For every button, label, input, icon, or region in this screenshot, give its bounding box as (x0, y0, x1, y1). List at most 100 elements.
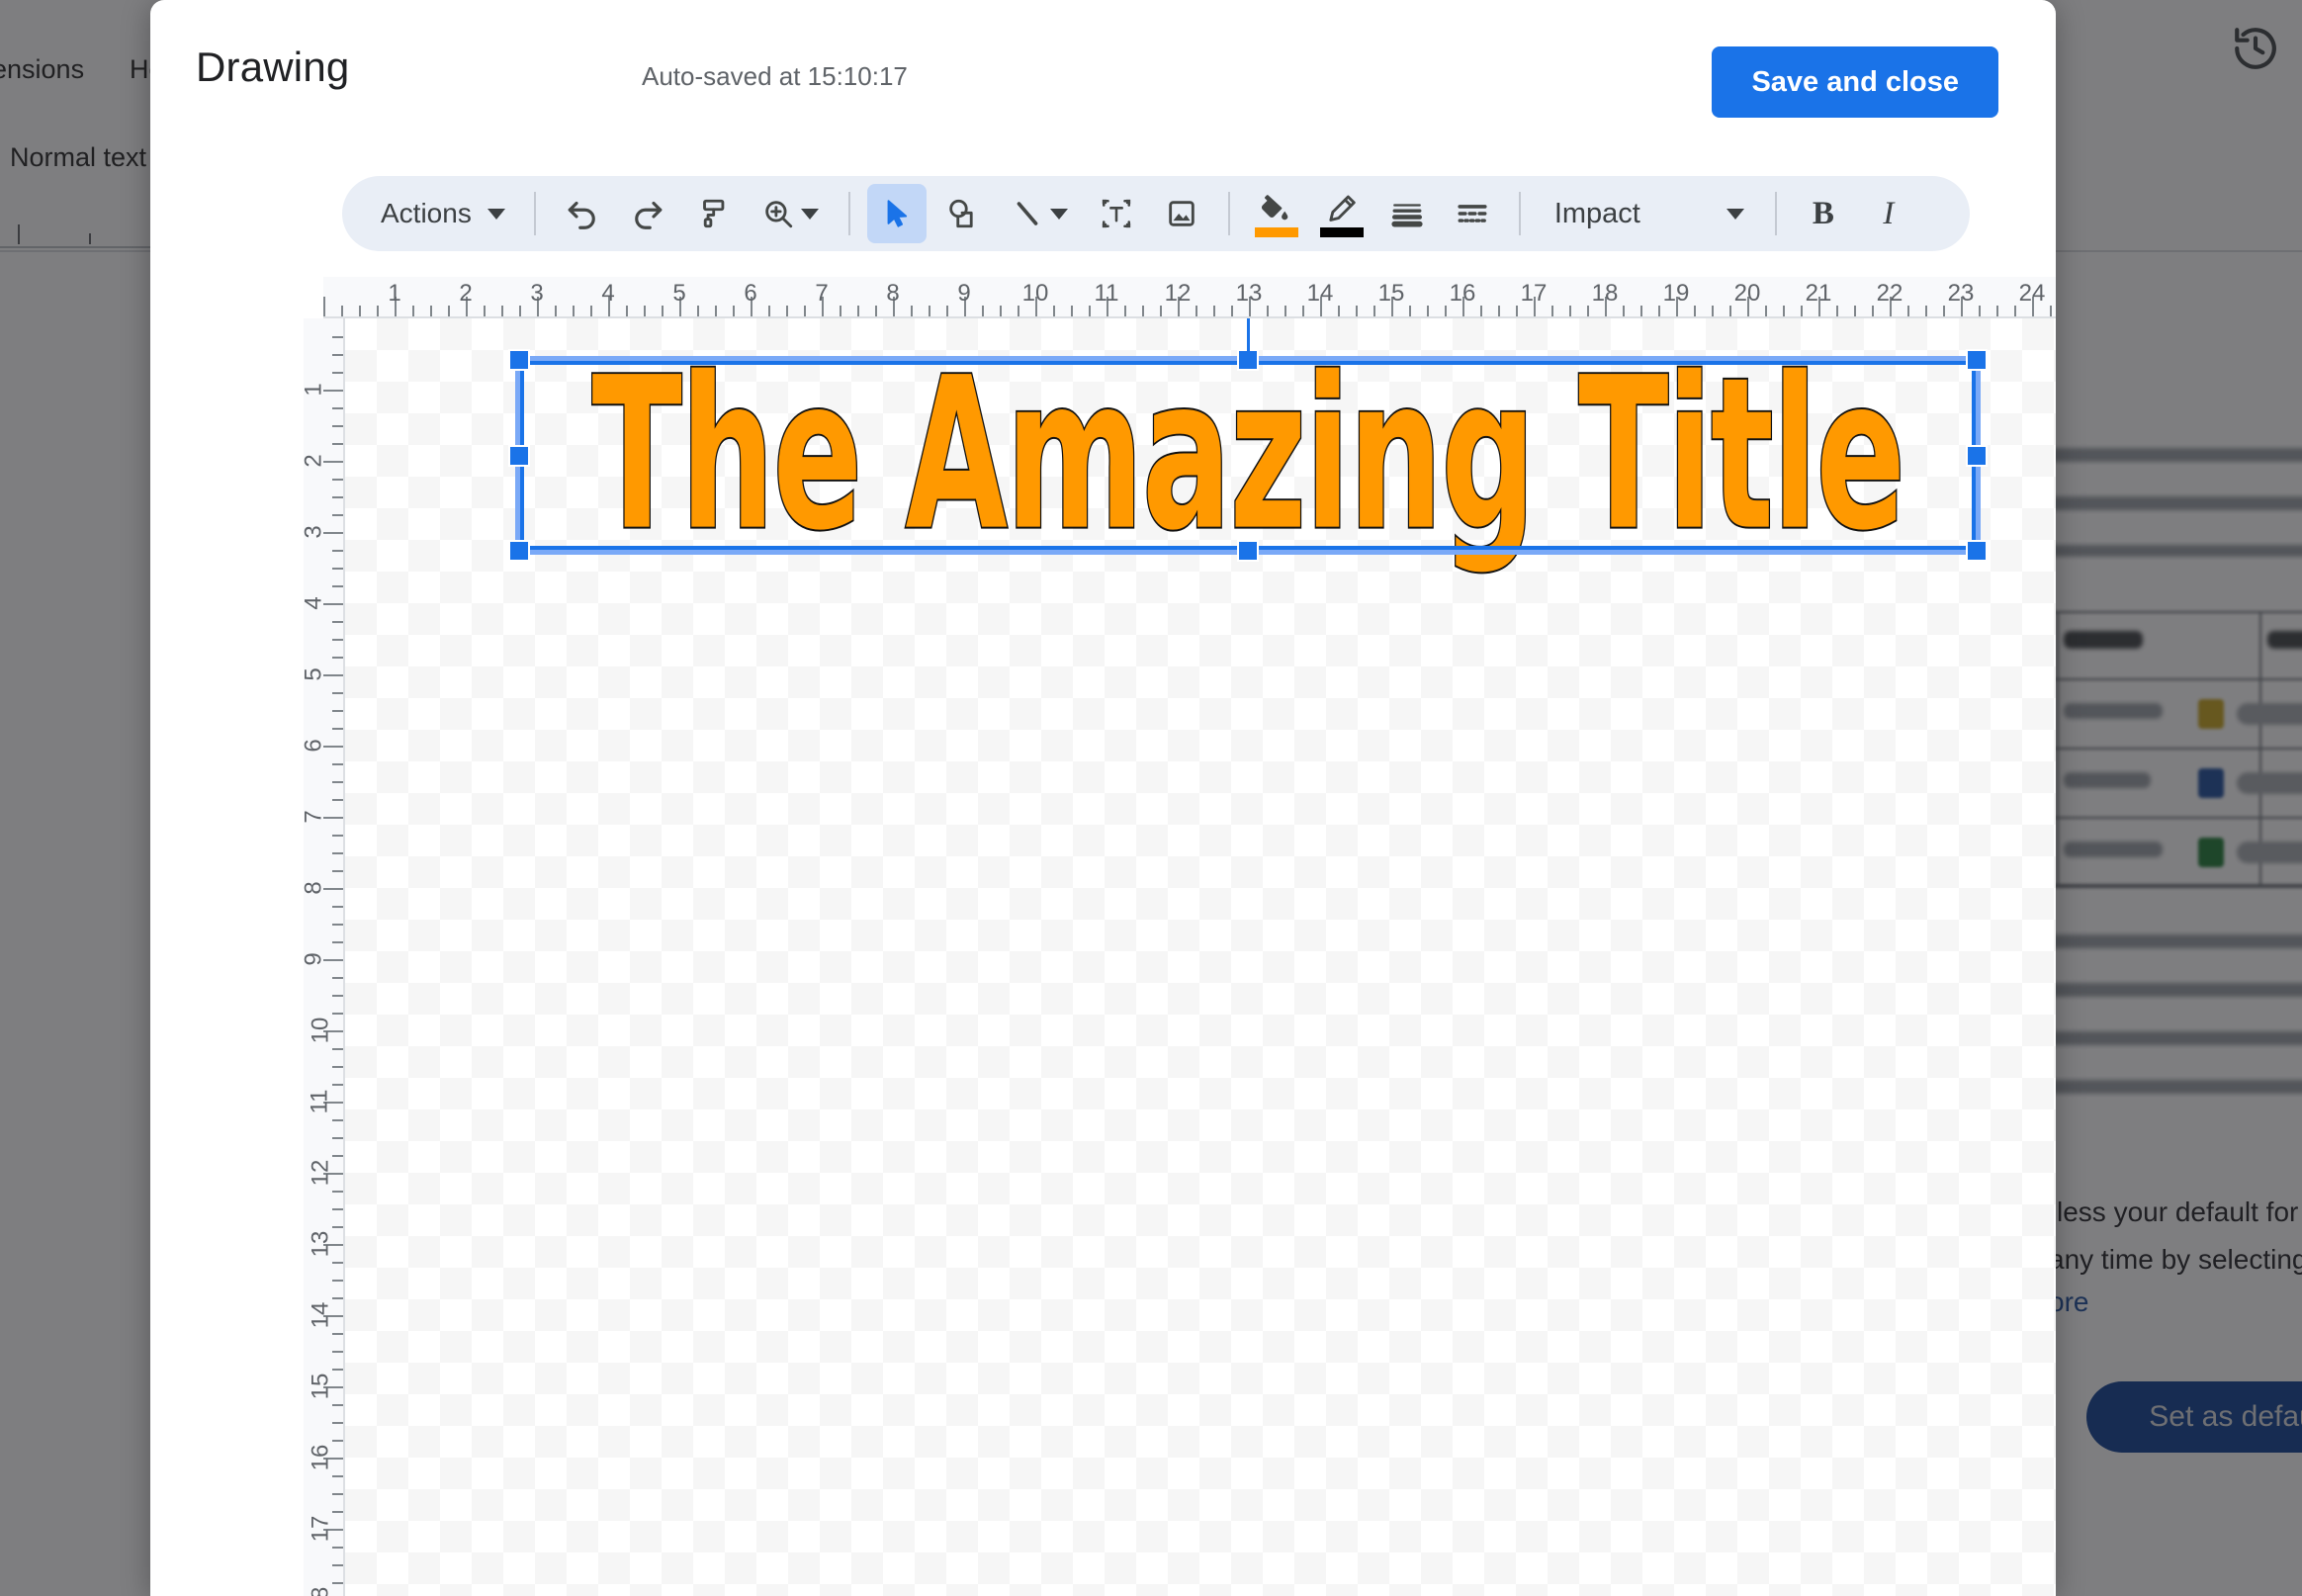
ruler-tick-minor (332, 852, 343, 854)
selected-text-object[interactable]: The Amazing Title (508, 318, 1988, 562)
drawing-workarea: 1234567891011121314151617181920212223242… (150, 277, 2056, 1596)
line-tool-button[interactable] (998, 184, 1081, 243)
ruler-label: 2 (459, 280, 473, 307)
italic-button[interactable]: I (1859, 184, 1918, 243)
ruler-tick-minor (332, 1226, 343, 1228)
ruler-tick-minor (332, 906, 343, 908)
paint-format-button[interactable] (683, 184, 743, 243)
toolbar-divider (1774, 192, 1777, 235)
font-family-selector[interactable]: Impact (1541, 184, 1758, 243)
ruler-tick-minor (804, 306, 806, 316)
zoom-button[interactable] (749, 184, 832, 243)
ruler-tick-minor (332, 372, 343, 374)
bold-button[interactable]: B (1794, 184, 1853, 243)
ruler-label: 15 (307, 1373, 334, 1400)
ruler-label: 23 (1947, 280, 1975, 307)
ruler-tick-minor (1427, 306, 1429, 316)
ruler-label: 16 (1449, 280, 1476, 307)
ruler-tick-minor (1089, 306, 1091, 316)
ruler-tick-minor (768, 306, 770, 316)
ruler-tick-minor (332, 479, 343, 481)
ruler-tick-minor (1356, 306, 1358, 316)
ruler-tick-minor (1587, 306, 1589, 316)
ruler-label: 12 (1164, 280, 1192, 307)
ruler-tick-minor (332, 1422, 343, 1424)
ruler-tick-minor (715, 306, 717, 316)
border-weight-button[interactable] (1377, 184, 1437, 243)
ruler-tick-minor (911, 306, 913, 316)
border-dash-button[interactable] (1443, 184, 1502, 243)
ruler-tick-minor (1124, 306, 1126, 316)
ruler-tick-minor (332, 1137, 343, 1139)
ruler-tick-minor (1694, 306, 1696, 316)
ruler-label: 9 (957, 280, 971, 307)
ruler-tick-minor (332, 1280, 343, 1282)
fill-color-button[interactable] (1247, 184, 1306, 243)
ruler-tick-minor (1801, 306, 1803, 316)
insert-image-button[interactable] (1152, 184, 1211, 243)
ruler-tick-minor (1409, 306, 1411, 316)
ruler-label: 4 (300, 596, 327, 610)
ruler-tick-minor (1907, 306, 1909, 316)
ruler-tick-minor (332, 657, 343, 659)
text-box-tool-button[interactable] (1087, 184, 1146, 243)
ruler-label: 2 (300, 454, 327, 468)
resize-handle-middle-left[interactable] (508, 444, 530, 467)
horizontal-ruler[interactable]: 1234567891011121314151617181920212223242… (323, 277, 2056, 318)
ruler-tick-minor (332, 692, 343, 694)
ruler-label: 24 (2018, 280, 2046, 307)
ruler-tick-minor (332, 1547, 343, 1549)
ruler-tick-minor (840, 306, 841, 316)
shape-tool-button[interactable] (932, 184, 992, 243)
ruler-label: 10 (1021, 280, 1049, 307)
chevron-down-icon (1726, 208, 1744, 220)
redo-button[interactable] (618, 184, 677, 243)
ruler-tick-minor (1284, 306, 1286, 316)
ruler-tick-minor (1018, 306, 1019, 316)
resize-handle-top-right[interactable] (1966, 349, 1988, 371)
ruler-tick-minor (875, 306, 877, 316)
ruler-tick-minor (484, 306, 486, 316)
ruler-tick-minor (946, 306, 948, 316)
ruler-tick-minor (332, 354, 343, 356)
ruler-tick-minor (332, 924, 343, 926)
ruler-tick-minor (332, 621, 343, 623)
resize-handle-bottom-right[interactable] (1966, 540, 1988, 562)
chevron-down-icon (487, 208, 505, 220)
ruler-tick-minor (2014, 306, 2016, 316)
resize-handle-bottom-left[interactable] (508, 540, 530, 562)
resize-handle-bottom-center[interactable] (1237, 540, 1259, 562)
ruler-tick-major (323, 297, 325, 316)
ruler-tick-minor (332, 1511, 343, 1513)
undo-button[interactable] (553, 184, 612, 243)
resize-handle-top-left[interactable] (508, 349, 530, 371)
actions-menu-button[interactable]: Actions (359, 184, 517, 243)
drawing-dialog: Drawing Auto-saved at 15:10:17 Save and … (150, 0, 2056, 1596)
ruler-tick-minor (332, 1191, 343, 1193)
drawing-canvas[interactable]: The Amazing Title (345, 318, 2056, 1596)
ruler-label: 6 (744, 280, 757, 307)
ruler-tick-minor (332, 995, 343, 997)
vertical-ruler[interactable]: 123456789101112131415161718 (300, 318, 345, 1596)
ruler-tick-minor (1943, 306, 1945, 316)
ruler-tick-minor (448, 306, 450, 316)
border-color-button[interactable] (1312, 184, 1372, 243)
save-and-close-button[interactable]: Save and close (1712, 46, 1998, 118)
ruler-tick-minor (1302, 306, 1304, 316)
ruler-label: 7 (300, 810, 327, 824)
ruler-tick-minor (359, 306, 361, 316)
select-tool-button[interactable] (866, 184, 927, 243)
resize-handle-middle-right[interactable] (1966, 444, 1988, 467)
ruler-tick-minor (1783, 306, 1785, 316)
ruler-tick-minor (1996, 306, 1998, 316)
ruler-tick-minor (1623, 306, 1625, 316)
ruler-tick-minor (332, 425, 343, 427)
ruler-tick-minor (332, 1013, 343, 1015)
ruler-label: 13 (1235, 280, 1263, 307)
ruler-tick-minor (332, 407, 343, 409)
ruler-label: 13 (307, 1230, 334, 1258)
ruler-label: 5 (672, 280, 686, 307)
ruler-label: 11 (306, 1089, 333, 1114)
ruler-tick-minor (1338, 306, 1340, 316)
ruler-tick-minor (332, 710, 343, 712)
